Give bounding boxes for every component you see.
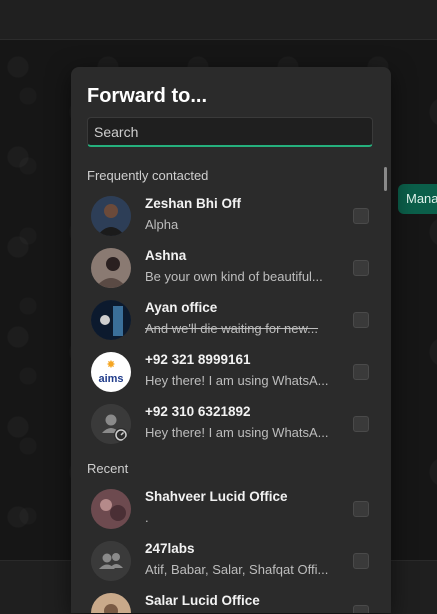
- select-checkbox[interactable]: [353, 553, 369, 569]
- select-checkbox[interactable]: [353, 416, 369, 432]
- select-checkbox[interactable]: [353, 364, 369, 380]
- contact-name: Zeshan Bhi Off: [145, 196, 242, 211]
- dialog-title: Forward to...: [87, 85, 207, 107]
- contact-row[interactable]: 247labs Atif, Babar, Salar, Shafqat Offi…: [79, 535, 379, 587]
- contact-status: Be your own kind of beautiful...: [145, 269, 323, 284]
- contact-row[interactable]: +92 310 6321892 Hey there! I am using Wh…: [79, 398, 379, 450]
- contact-name: Ashna: [145, 248, 187, 263]
- contact-avatar: [91, 196, 131, 236]
- contact-row[interactable]: Salar Lucid Office: [79, 587, 379, 613]
- group-icon: [91, 541, 131, 581]
- select-checkbox[interactable]: [353, 501, 369, 517]
- contact-avatar: [91, 300, 131, 340]
- contact-status: And we'll die waiting for new...: [145, 321, 319, 336]
- contact-status: Alpha: [145, 217, 179, 232]
- scrollbar-thumb[interactable]: [384, 167, 387, 191]
- section-header-frequent: Frequently contacted: [87, 168, 209, 183]
- select-checkbox[interactable]: [353, 208, 369, 224]
- contact-row[interactable]: ✸ aims +92 321 8999161 Hey there! I am us…: [79, 346, 379, 398]
- contact-avatar: [91, 593, 131, 613]
- search-input[interactable]: [87, 117, 373, 147]
- default-person-icon: [91, 404, 131, 444]
- select-checkbox[interactable]: [353, 260, 369, 276]
- select-checkbox[interactable]: [353, 605, 369, 613]
- contact-name: +92 321 8999161: [145, 352, 251, 367]
- contact-row[interactable]: Ayan office And we'll die waiting for ne…: [79, 294, 379, 346]
- contact-status: .: [145, 510, 149, 525]
- select-checkbox[interactable]: [353, 312, 369, 328]
- manage-button[interactable]: Mana: [398, 184, 437, 214]
- contact-status: Hey there! I am using WhatsA...: [145, 373, 329, 388]
- contact-row[interactable]: Zeshan Bhi Off Alpha: [79, 190, 379, 242]
- contact-name: Shahveer Lucid Office: [145, 489, 288, 504]
- aims-logo-avatar: ✸ aims: [91, 352, 131, 392]
- contact-name: Ayan office: [145, 300, 218, 315]
- contact-name: Salar Lucid Office: [145, 593, 260, 608]
- svg-text:✸: ✸: [106, 359, 115, 371]
- contact-status: Atif, Babar, Salar, Shafqat Offi...: [145, 562, 329, 577]
- forward-dialog: Forward to... Frequently contacted Zesha…: [71, 67, 391, 613]
- section-header-recent: Recent: [87, 461, 129, 476]
- contact-avatar: [91, 248, 131, 288]
- svg-text:aims: aims: [98, 373, 123, 385]
- contact-avatar: [91, 489, 131, 529]
- contact-name: +92 310 6321892: [145, 404, 251, 419]
- app-top-bar: [0, 0, 437, 40]
- contact-name: 247labs: [145, 541, 195, 556]
- contact-row[interactable]: Ashna Be your own kind of beautiful...: [79, 242, 379, 294]
- contact-status: Hey there! I am using WhatsA...: [145, 425, 329, 440]
- contact-row[interactable]: Shahveer Lucid Office .: [79, 483, 379, 535]
